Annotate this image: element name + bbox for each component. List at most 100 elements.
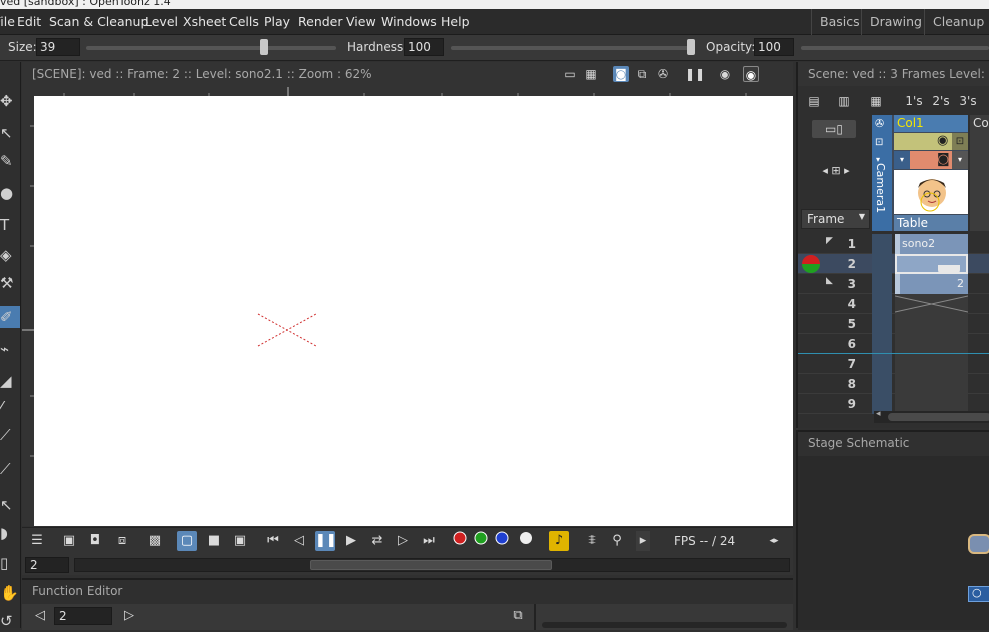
black-bg-icon[interactable]: ■ — [204, 531, 224, 551]
red-channel-icon[interactable] — [450, 531, 470, 551]
column-pegbar[interactable]: Table — [894, 215, 968, 231]
camera-cell[interactable] — [872, 374, 892, 394]
xsheet-horizontal-scrollbar[interactable]: ◂ — [874, 409, 989, 423]
schematic-column-node[interactable]: ○ — [968, 586, 989, 602]
scene-viewer[interactable] — [22, 86, 793, 526]
function-frame-field[interactable]: 2 — [54, 607, 112, 625]
function-scrollbar[interactable] — [542, 622, 787, 628]
checker-bg-icon[interactable]: ▣ — [230, 531, 250, 551]
xsheet-cell[interactable] — [894, 294, 969, 314]
loop-icon[interactable]: ⇄ — [367, 531, 387, 551]
menu-help[interactable]: Help — [441, 14, 470, 29]
hardness-slider-handle[interactable] — [687, 39, 695, 55]
geometric-tool-icon[interactable]: ● — [0, 182, 20, 204]
save-icon[interactable]: ▣ — [59, 531, 79, 551]
level-thumbnail[interactable] — [894, 170, 968, 214]
hand-tool-icon[interactable]: ✋ — [0, 582, 20, 604]
drag-tab-icon[interactable] — [938, 265, 960, 274]
menu-view[interactable]: View — [346, 14, 376, 29]
column-header[interactable]: ✇ ⊡ ▾ Camera1 Col1 ◉ ⊡ ▾ ◙ ▾ Table — [872, 115, 968, 231]
safe-area-icon[interactable]: ▭ — [562, 66, 578, 82]
fps-stepper-icon[interactable]: ◂▸ — [762, 531, 786, 551]
vertical-ruler[interactable] — [22, 96, 34, 526]
hardness-field[interactable]: 100 — [404, 38, 444, 56]
column-dropdown-icon[interactable]: ▾ — [894, 151, 910, 169]
prev-frame-icon[interactable]: ◁ — [289, 531, 309, 551]
xsheet-cell[interactable] — [895, 334, 968, 354]
add-column-icon[interactable]: ◂ ⊞ ▸ — [804, 162, 868, 180]
xsheet-cell[interactable] — [895, 354, 968, 374]
sub-camera-preview-icon[interactable]: ◉ — [743, 66, 759, 82]
menu-xsheet[interactable]: Xsheet — [183, 14, 226, 29]
hardness-slider[interactable] — [451, 46, 694, 50]
last-frame-icon[interactable]: ⏭ — [419, 531, 439, 551]
frame-slider[interactable] — [74, 558, 790, 572]
column2-name[interactable]: Col — [973, 116, 989, 130]
menu-edit[interactable]: Edit — [17, 14, 41, 29]
rotate-tool-icon[interactable]: ↺ — [0, 610, 20, 632]
histogram-icon[interactable]: ⩨ — [582, 531, 602, 551]
timing-1s-button[interactable]: 1's — [902, 92, 926, 110]
alpha-channel-icon[interactable] — [516, 531, 536, 551]
tape-tool-icon[interactable]: ⌁ — [0, 338, 20, 360]
timing-2s-button[interactable]: 2's — [929, 92, 953, 110]
zoom-tool-icon[interactable]: ◗ — [0, 522, 20, 544]
size-slider-handle[interactable] — [260, 39, 268, 55]
camera-cell[interactable] — [872, 254, 892, 274]
hook-tool-icon[interactable]: ↖ — [0, 494, 20, 516]
pinch-tool-icon[interactable]: ⟋ — [0, 458, 20, 480]
size-field[interactable]: 39 — [36, 38, 80, 56]
lock-icon[interactable]: ⊡ — [875, 137, 883, 148]
opacity-dropdown-icon[interactable]: ▾ — [952, 151, 968, 169]
fps-label[interactable]: FPS -- / 24 — [674, 534, 735, 548]
opacity-slider[interactable] — [801, 46, 989, 50]
compare-icon[interactable]: ⧈ — [112, 531, 132, 551]
blue-channel-icon[interactable] — [492, 531, 512, 551]
menu-level[interactable]: Level — [145, 14, 178, 29]
xsheet-row[interactable]: 7 — [798, 354, 989, 374]
eye-icon[interactable]: ◉ — [937, 133, 948, 148]
new-raster-level-icon[interactable]: ▦ — [866, 92, 886, 110]
xsheet-scroll-thumb[interactable] — [888, 413, 989, 421]
snapshot-icon[interactable]: ◘ — [85, 531, 105, 551]
xsheet-row[interactable]: 5 — [798, 314, 989, 334]
plastic-tool-icon[interactable]: ▯ — [0, 552, 20, 574]
style-picker-tool-icon[interactable]: ◢ — [0, 370, 20, 392]
xsheet-cell[interactable]: sono2 — [895, 234, 968, 254]
frame-mode-select[interactable]: Frame ▼ — [801, 209, 870, 229]
next-frame-icon[interactable]: ▷ — [393, 531, 413, 551]
xsheet-row[interactable]: 2 — [798, 254, 989, 274]
preview-icon[interactable]: ◉ — [717, 66, 733, 82]
scroll-left-icon[interactable]: ◂ — [876, 409, 881, 419]
camstand-icon[interactable]: ◙ — [937, 152, 950, 167]
selection-tool-icon[interactable]: ↖ — [0, 122, 20, 144]
xsheet-cell[interactable] — [895, 374, 968, 394]
camera-cell[interactable] — [872, 274, 892, 294]
room-tab-drawing[interactable]: Drawing — [861, 9, 930, 35]
camera-cell[interactable] — [872, 234, 892, 254]
column-name[interactable]: Col1 — [894, 115, 968, 132]
column-lock-icon[interactable]: ⊡ — [952, 133, 968, 150]
freeze-icon[interactable]: ❚❚ — [685, 66, 705, 82]
toggle-view-icon[interactable]: ⧉ — [508, 607, 528, 625]
layer-toggle-icon[interactable]: ▭▯ — [812, 120, 856, 138]
camera-cell[interactable] — [872, 314, 892, 334]
xsheet-row[interactable]: 8 — [798, 374, 989, 394]
menu-scan-cleanup[interactable]: Scan & Cleanup — [49, 14, 148, 29]
next-key-icon[interactable]: ▷ — [119, 607, 139, 625]
type-tool-icon[interactable]: T — [0, 214, 20, 236]
xsheet-row[interactable]: ◣ 3 2 — [798, 265, 989, 294]
expand-icon[interactable]: ▸ — [636, 531, 650, 551]
frame-slider-thumb[interactable] — [310, 560, 552, 570]
eraser-tool-icon[interactable]: ✐ — [0, 306, 20, 328]
grid-bg-icon[interactable]: ▩ — [145, 531, 165, 551]
rgb-picker-tool-icon[interactable]: ⁄ — [0, 396, 20, 418]
control-point-editor-tool-icon[interactable]: ⟋ — [0, 424, 20, 446]
paint-brush-tool-icon[interactable]: ⚒ — [0, 272, 20, 294]
xsheet-row[interactable]: 6 — [798, 334, 989, 354]
play-icon[interactable]: ▶ — [341, 531, 361, 551]
menu-render[interactable]: Render — [298, 14, 343, 29]
menu-windows[interactable]: Windows — [381, 14, 437, 29]
menu-play[interactable]: Play — [264, 14, 290, 29]
new-vector-level-icon[interactable]: ▤ — [804, 92, 824, 110]
